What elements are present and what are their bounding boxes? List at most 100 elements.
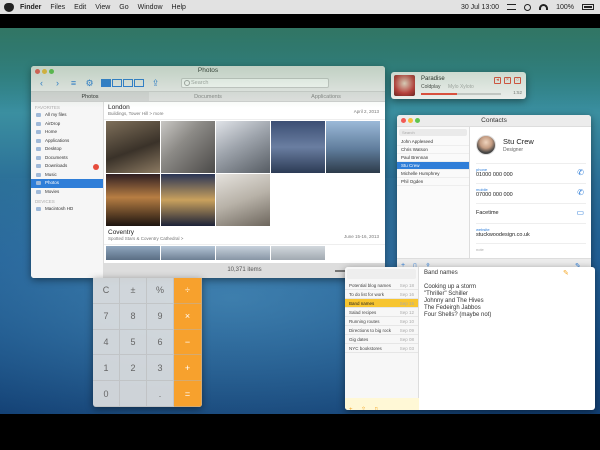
photo-thumbnail[interactable] [271, 246, 325, 260]
zoom-button[interactable] [415, 118, 420, 123]
sidebar-item-photos[interactable]: Photos [31, 179, 103, 188]
sidebar-item-home[interactable]: Home [31, 128, 103, 137]
menu-view[interactable]: View [95, 4, 110, 11]
zoom-button[interactable] [49, 69, 54, 74]
note-item[interactable]: Directions to big rock Sep 09 [345, 326, 418, 335]
group-subtitle[interactable]: Buildings, Tower Hill > more [108, 111, 381, 116]
close-button[interactable] [401, 118, 406, 123]
note-item[interactable]: Running routes Sep 10 [345, 317, 418, 326]
sidebar-item-documents[interactable]: Documents [31, 154, 103, 163]
sidebar-item-desktop[interactable]: Desktop [31, 145, 103, 154]
key-0[interactable]: 0 [93, 381, 120, 407]
menu-window[interactable]: Window [138, 4, 163, 11]
share-icon[interactable]: ⇪ [361, 407, 366, 410]
decimal-key[interactable]: . [147, 381, 174, 407]
percent-key[interactable]: % [147, 278, 174, 304]
clear-key[interactable]: C [93, 278, 120, 304]
wifi-icon[interactable] [539, 4, 549, 10]
minimize-button[interactable] [408, 118, 413, 123]
menu-go[interactable]: Go [119, 4, 128, 11]
key-9[interactable]: 9 [147, 303, 174, 330]
battery-icon[interactable] [582, 4, 594, 10]
sidebar-item-music[interactable]: Music [31, 171, 103, 180]
minus-key[interactable]: − [174, 329, 202, 356]
key-3[interactable]: 3 [147, 355, 174, 382]
field-value[interactable]: 01000 000 000 [476, 172, 586, 178]
key-2[interactable]: 2 [120, 355, 147, 382]
clock-text[interactable]: 30 Jul 13:00 [461, 4, 499, 11]
group-subtitle[interactable]: Spotted Stars & Coventry Cathedral > [108, 236, 381, 241]
phone-icon[interactable]: ✆ [577, 168, 584, 177]
photo-thumbnail[interactable] [326, 121, 380, 173]
menu-help[interactable]: Help [172, 4, 186, 11]
sign-key[interactable]: ± [120, 278, 147, 304]
compose-icon[interactable]: ✎ [563, 269, 569, 277]
contact-item[interactable]: Chris Watson [397, 146, 469, 154]
key-4[interactable]: 4 [93, 329, 120, 356]
key-5[interactable]: 5 [120, 329, 147, 356]
cover-flow-icon[interactable] [134, 79, 144, 87]
menu-files[interactable]: Files [50, 4, 65, 11]
video-icon[interactable]: ▭ [576, 208, 584, 217]
contact-item[interactable]: Michelle Humphrey [397, 170, 469, 178]
sidebar-item-applications[interactable]: Applications [31, 137, 103, 146]
tab-applications[interactable]: Applications [267, 92, 385, 101]
list-icon[interactable]: ≡ [69, 78, 78, 88]
photo-thumbnail[interactable] [106, 174, 160, 226]
contact-item[interactable]: Paul Brennan [397, 154, 469, 162]
view-mode-control[interactable] [101, 79, 144, 87]
photo-thumbnail[interactable] [271, 121, 325, 173]
note-item[interactable]: Potential blog names Sep 18 [345, 281, 418, 290]
contact-item-selected[interactable]: Stu Crew [397, 162, 469, 170]
gear-icon[interactable]: ⚙ [85, 78, 94, 88]
forward-arrow-icon[interactable]: › [53, 78, 62, 88]
back-arrow-icon[interactable]: ‹ [37, 78, 46, 88]
volume-icon[interactable]: ◂ [494, 77, 501, 84]
photo-thumbnail[interactable] [161, 174, 215, 226]
key-blank[interactable] [120, 381, 147, 407]
minimize-button[interactable] [42, 69, 47, 74]
note-item[interactable]: Salad recipes Sep 12 [345, 308, 418, 317]
key-1[interactable]: 1 [93, 355, 120, 382]
contact-item[interactable]: John Appleseed [397, 138, 469, 146]
photo-thumbnail[interactable] [216, 246, 270, 260]
photo-thumbnail[interactable] [106, 121, 160, 173]
key-6[interactable]: 6 [147, 329, 174, 356]
add-note-icon[interactable]: + [349, 407, 353, 410]
notes-search-input[interactable] [347, 269, 416, 279]
photo-thumbnail[interactable] [216, 121, 270, 173]
multiply-key[interactable]: × [174, 303, 202, 330]
note-item[interactable]: To do list for work Sep 16 [345, 290, 418, 299]
photo-thumbnail[interactable] [106, 246, 160, 260]
plus-key[interactable]: + [174, 355, 202, 382]
menu-edit[interactable]: Edit [74, 4, 86, 11]
note-item-selected[interactable]: Band names Sep 15 [345, 299, 418, 308]
note-item[interactable]: NYC bookstores Sep 03 [345, 344, 418, 353]
sidebar-item-macintosh-hd[interactable]: Macintosh HD [31, 205, 103, 214]
tab-photos[interactable]: Photos [31, 92, 149, 101]
photo-thumbnail[interactable] [161, 246, 215, 260]
playback-progress[interactable] [421, 93, 501, 95]
key-7[interactable]: 7 [93, 303, 120, 330]
field-value[interactable]: 07000 000 000 [476, 192, 586, 198]
key-8[interactable]: 8 [120, 303, 147, 330]
share-icon[interactable]: ⇪ [151, 78, 160, 88]
photo-thumbnail[interactable] [216, 174, 270, 226]
divide-key[interactable]: ÷ [174, 278, 202, 304]
sidebar-item-movies[interactable]: Movies [31, 188, 103, 197]
field-value[interactable]: stuckwoodesign.co.uk [476, 232, 586, 238]
equals-key[interactable]: = [174, 381, 202, 407]
phone-icon[interactable]: ✆ [577, 188, 584, 197]
apple-menu-icon[interactable] [4, 2, 14, 12]
column-view-icon[interactable] [123, 79, 133, 87]
shuffle-icon[interactable]: × [504, 77, 511, 84]
contact-item[interactable]: Phil Ogden [397, 178, 469, 186]
close-button[interactable] [35, 69, 40, 74]
photo-thumbnail[interactable] [161, 121, 215, 173]
search-input[interactable]: Search [181, 78, 329, 88]
menu-finder[interactable]: Finder [20, 4, 41, 11]
note-item[interactable]: Gig dates Sep 08 [345, 335, 418, 344]
icon-view-icon[interactable] [101, 79, 111, 87]
trash-icon[interactable]: ▯ [374, 407, 377, 410]
sidebar-item-all-files[interactable]: All my files [31, 111, 103, 120]
